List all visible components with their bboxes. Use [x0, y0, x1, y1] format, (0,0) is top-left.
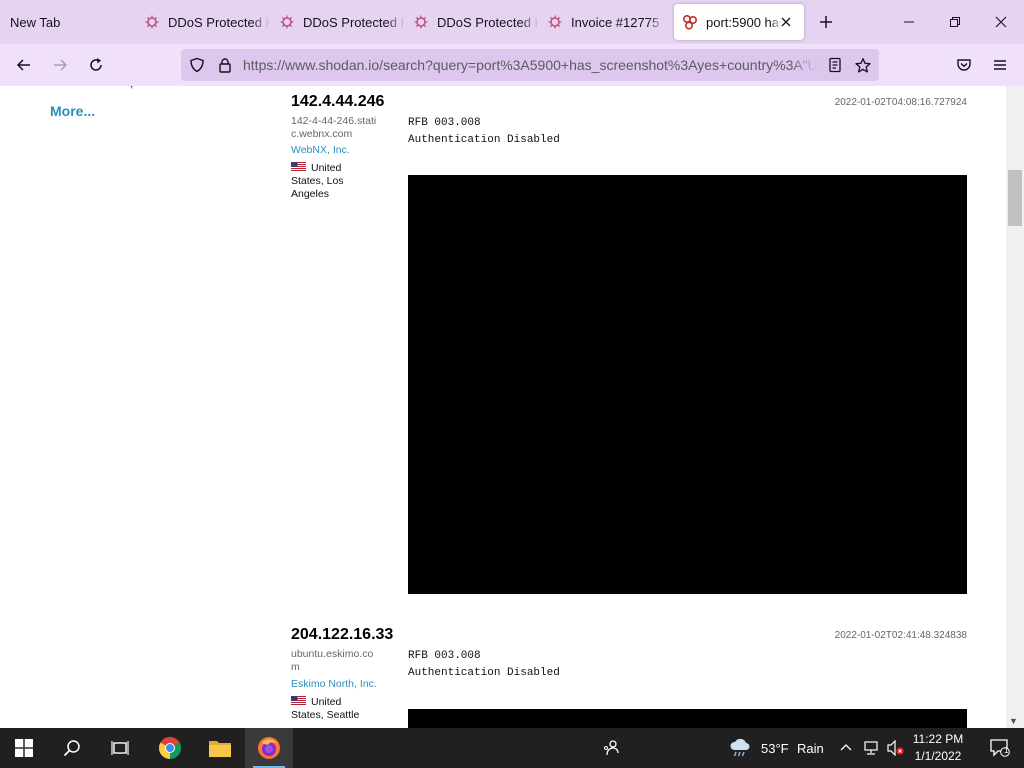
url-text[interactable]: https://www.shodan.io/search?query=port%…: [243, 57, 818, 73]
plus-icon: [820, 16, 832, 28]
lock-icon[interactable]: [217, 57, 233, 73]
minimize-icon: [904, 21, 914, 23]
people-icon: [604, 740, 619, 756]
shodan-icon: [682, 14, 698, 30]
reload-icon: [90, 58, 102, 71]
folder-icon: [209, 741, 231, 757]
restore-button[interactable]: [932, 0, 978, 44]
search-button[interactable]: [48, 728, 96, 768]
back-button[interactable]: [8, 49, 40, 81]
forward-button[interactable]: [44, 49, 76, 81]
windows-logo-icon: [15, 739, 33, 757]
virus-icon: [413, 14, 429, 30]
search-icon: [63, 740, 80, 757]
us-flag-icon: [291, 696, 306, 706]
navigation-bar: https://www.shodan.io/search?query=port%…: [0, 44, 1024, 86]
result-hostname: 142-4-44-246.static.webnx.com: [291, 115, 377, 140]
result-ip[interactable]: 204.122.16.33: [291, 626, 393, 644]
tab-invoice[interactable]: Invoice #12775 - I: [547, 4, 665, 40]
network-button[interactable]: [859, 728, 883, 768]
task-view-icon: [111, 741, 129, 755]
close-window-button[interactable]: [978, 0, 1024, 44]
result-hostname: ubuntu.eskimo.com: [291, 648, 374, 673]
reader-view-icon[interactable]: [827, 57, 843, 73]
scrollbar-thumb[interactable]: [1008, 170, 1022, 226]
hamburger-menu-icon: [994, 60, 1006, 70]
scroll-down-arrow-icon[interactable]: ▼: [1009, 716, 1018, 726]
back-arrow-icon: [16, 59, 30, 71]
bookmark-star-icon[interactable]: [855, 57, 871, 73]
result-timestamp: 2022-01-02T04:08:16.727924: [834, 97, 967, 108]
result-location: United States, Los Angeles: [291, 162, 361, 201]
show-hidden-icons-button[interactable]: [834, 728, 858, 768]
chevron-up-icon: [840, 744, 852, 751]
tab-title: New Tab: [10, 14, 61, 30]
search-result: 204.122.16.33 2022-01-02T02:41:48.324838…: [291, 626, 967, 728]
weather-description[interactable]: Rain: [797, 741, 824, 756]
vnc-screenshot[interactable]: [408, 175, 967, 594]
tab-title: port:5900 has_: [706, 14, 782, 30]
pocket-icon: [957, 59, 971, 71]
tab-new-tab[interactable]: New Tab: [10, 4, 130, 40]
result-ip[interactable]: 142.4.44.246: [291, 93, 384, 111]
result-timestamp: 2022-01-02T02:41:48.324838: [834, 630, 967, 641]
network-icon: [864, 741, 878, 755]
forward-arrow-icon: [54, 59, 68, 71]
volume-muted-icon: [887, 740, 904, 756]
task-view-button[interactable]: [96, 728, 144, 768]
windows-taskbar: 53°F Rain 11:22 PM 1/1/2022 1: [0, 728, 1024, 768]
result-org-link[interactable]: WebNX, Inc.: [291, 144, 350, 156]
tab-title: DDoS Protected H: [437, 14, 539, 30]
result-location: United States, Seattle: [291, 696, 361, 722]
tab-shodan-search[interactable]: port:5900 has_: [674, 4, 804, 40]
clock-date: 1/1/2022: [914, 749, 962, 763]
search-result: 142.4.44.246 2022-01-02T04:08:16.727924 …: [291, 93, 967, 594]
pocket-button[interactable]: [948, 49, 980, 81]
tab-title: DDoS Protected H: [303, 14, 405, 30]
tab-title: DDoS Protected H: [168, 14, 270, 30]
chrome-taskbar-button[interactable]: [146, 728, 194, 768]
notification-center-button[interactable]: 1: [976, 728, 1024, 768]
url-bar[interactable]: https://www.shodan.io/search?query=port%…: [181, 49, 879, 81]
file-explorer-taskbar-button[interactable]: [196, 728, 244, 768]
reload-button[interactable]: [80, 49, 112, 81]
virus-icon: [279, 14, 295, 30]
people-button[interactable]: [587, 728, 635, 768]
vnc-screenshot[interactable]: [408, 709, 967, 728]
result-banner: RFB 003.008 Authentication Disabled: [408, 117, 560, 146]
firefox-icon: [258, 737, 280, 759]
chrome-icon: [159, 737, 181, 759]
notification-count: 1: [1004, 746, 1009, 755]
virus-icon: [547, 14, 563, 30]
us-flag-icon: [291, 162, 306, 172]
tab-title: Invoice #12775 - I: [571, 14, 665, 30]
virus-icon: [144, 14, 160, 30]
weather-rain-icon[interactable]: [728, 736, 752, 765]
more-link[interactable]: More...: [50, 103, 95, 119]
tab-ddos-protected-2[interactable]: DDoS Protected H: [279, 4, 405, 40]
tracking-protection-shield-icon[interactable]: [189, 57, 205, 73]
tab-strip: New Tab DDoS Protected H DDoS Protected …: [0, 0, 1024, 44]
close-tab-icon[interactable]: [778, 14, 794, 30]
result-org-link[interactable]: Eskimo North, Inc.: [291, 678, 377, 690]
start-button[interactable]: [0, 728, 48, 768]
minimize-button[interactable]: [886, 0, 932, 44]
close-icon: [995, 16, 1007, 28]
vertical-scrollbar[interactable]: ▼: [1006, 86, 1024, 728]
weather-temperature[interactable]: 53°F: [761, 741, 789, 756]
new-tab-button[interactable]: [812, 8, 840, 36]
tab-ddos-protected-3[interactable]: DDoS Protected H: [413, 4, 539, 40]
restore-icon: [950, 17, 960, 27]
result-banner: RFB 003.008 Authentication Disabled: [408, 650, 560, 679]
firefox-taskbar-button[interactable]: [245, 728, 293, 768]
cut-off-text: ,: [130, 86, 133, 90]
page-content: , More... 142.4.44.246 2022-01-02T04:08:…: [0, 86, 1024, 728]
tab-ddos-protected-1[interactable]: DDoS Protected H: [144, 4, 270, 40]
clock[interactable]: 11:22 PM 1/1/2022: [905, 731, 971, 765]
app-menu-button[interactable]: [984, 49, 1016, 81]
clock-time: 11:22 PM: [912, 732, 964, 746]
